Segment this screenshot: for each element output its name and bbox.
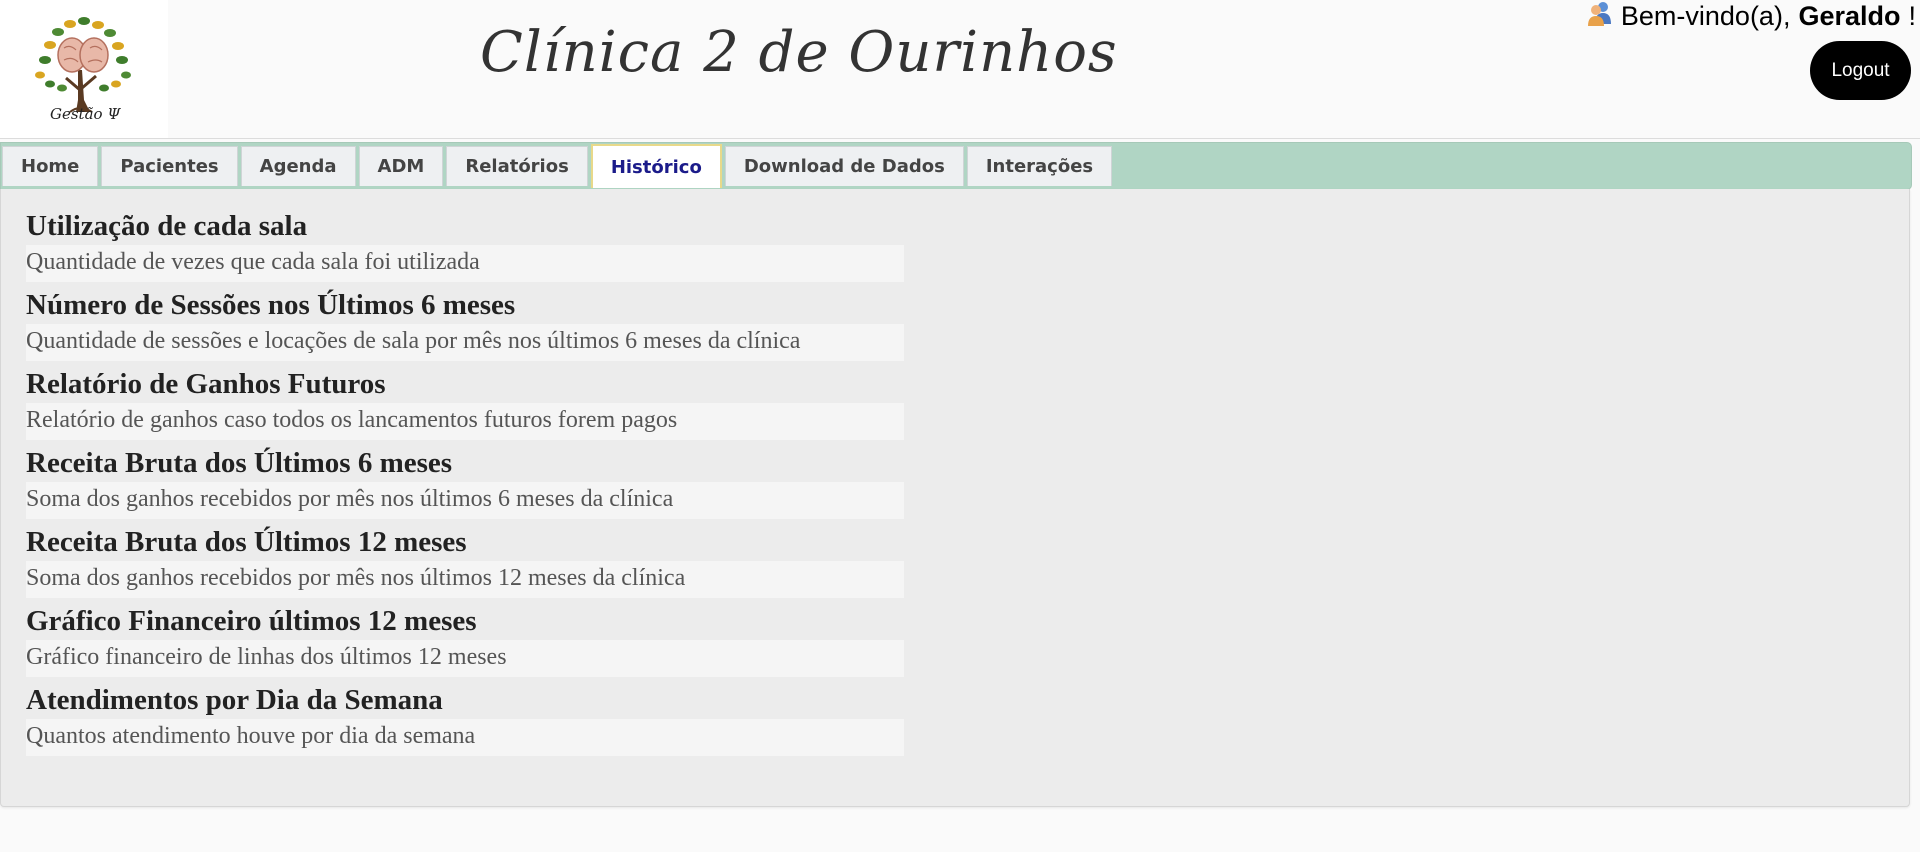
tab-home[interactable]: Home	[2, 146, 99, 186]
tab-historico[interactable]: Histórico	[590, 144, 722, 188]
report-item: Atendimentos por Dia da Semana Quantos a…	[26, 681, 904, 756]
tab-interacoes[interactable]: Interações	[966, 146, 1113, 186]
tab-agenda[interactable]: Agenda	[240, 146, 356, 186]
logo[interactable]: Gestão Ψ	[0, 0, 168, 138]
report-title[interactable]: Utilização de cada sala	[26, 207, 904, 245]
report-title[interactable]: Relatório de Ganhos Futuros	[26, 365, 904, 403]
report-item: Utilização de cada sala Quantidade de ve…	[26, 207, 904, 282]
header-divider	[0, 138, 1920, 139]
report-item: Receita Bruta dos Últimos 12 meses Soma …	[26, 523, 904, 598]
users-icon	[1587, 0, 1613, 33]
logout-button[interactable]: Logout	[1810, 41, 1911, 100]
app-header: Gestão Ψ Clínica 2 de Ourinhos Bem-vindo…	[0, 0, 1920, 140]
report-list: Utilização de cada sala Quantidade de ve…	[26, 207, 904, 760]
report-description: Quantos atendimento houve por dia da sem…	[26, 719, 904, 756]
report-title[interactable]: Receita Bruta dos Últimos 6 meses	[26, 444, 904, 482]
report-panel: Utilização de cada sala Quantidade de ve…	[0, 189, 1910, 807]
report-title[interactable]: Receita Bruta dos Últimos 12 meses	[26, 523, 904, 561]
report-description: Relatório de ganhos caso todos os lancam…	[26, 403, 904, 440]
welcome-prefix: Bem-vindo(a),	[1620, 1, 1791, 31]
report-title[interactable]: Atendimentos por Dia da Semana	[26, 681, 904, 719]
report-description: Soma dos ganhos recebidos por mês nos úl…	[26, 482, 904, 519]
report-item: Número de Sessões nos Últimos 6 meses Qu…	[26, 286, 904, 361]
welcome-suffix: !	[1908, 1, 1916, 31]
report-description: Gráfico financeiro de linhas dos últimos…	[26, 640, 904, 677]
logo-text: Gestão Ψ	[50, 105, 121, 123]
report-item: Receita Bruta dos Últimos 6 meses Soma d…	[26, 444, 904, 519]
page-title: Clínica 2 de Ourinhos	[480, 20, 1118, 85]
report-item: Relatório de Ganhos Futuros Relatório de…	[26, 365, 904, 440]
report-description: Quantidade de vezes que cada sala foi ut…	[26, 245, 904, 282]
tab-download-de-dados[interactable]: Download de Dados	[724, 146, 964, 186]
nav-tabbar: Home Pacientes Agenda ADM Relatórios His…	[0, 142, 1912, 190]
nav-tabs: Home Pacientes Agenda ADM Relatórios His…	[2, 144, 1115, 188]
tab-pacientes[interactable]: Pacientes	[101, 146, 238, 186]
tab-adm[interactable]: ADM	[358, 146, 444, 186]
report-title[interactable]: Gráfico Financeiro últimos 12 meses	[26, 602, 904, 640]
report-title[interactable]: Número de Sessões nos Últimos 6 meses	[26, 286, 904, 324]
welcome-message: Bem-vindo(a), Geraldo !	[1587, 0, 1916, 33]
tab-relatorios[interactable]: Relatórios	[446, 146, 588, 186]
report-description: Soma dos ganhos recebidos por mês nos úl…	[26, 561, 904, 598]
report-item: Gráfico Financeiro últimos 12 meses Gráf…	[26, 602, 904, 677]
user-name: Geraldo	[1798, 1, 1901, 31]
report-description: Quantidade de sessões e locações de sala…	[26, 324, 904, 361]
